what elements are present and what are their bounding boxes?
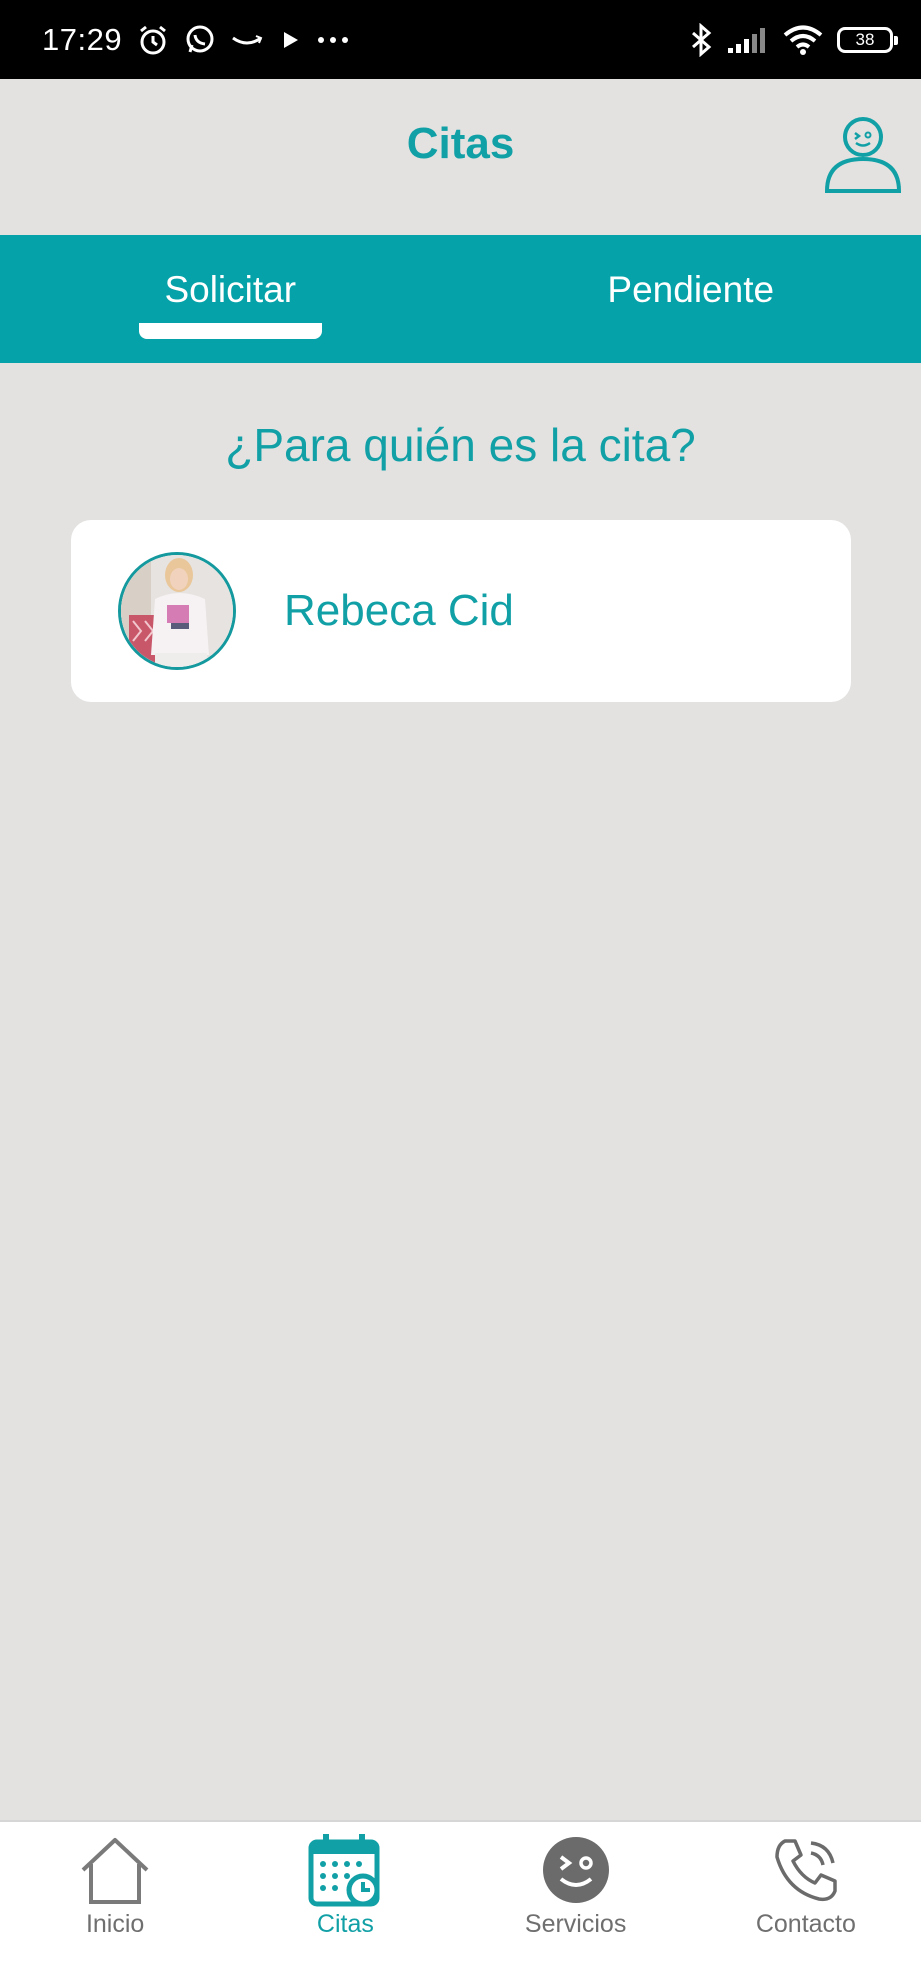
amazon-icon: [230, 30, 264, 50]
status-bar: 17:29 38: [0, 0, 921, 79]
tab-label: Pendiente: [607, 269, 775, 310]
nav-item-servicios[interactable]: Servicios: [461, 1822, 691, 1963]
signal-icon: [727, 26, 769, 54]
tab-pendiente[interactable]: Pendiente: [461, 235, 921, 363]
battery-level: 38: [855, 29, 875, 49]
nav-item-contacto[interactable]: Contacto: [691, 1822, 921, 1963]
profile-button[interactable]: [823, 115, 903, 195]
page-title: Citas: [406, 119, 515, 168]
play-icon: [278, 28, 302, 52]
app-screen: 17:29 38 Citas Solicitar Pendiente ¿Para…: [0, 0, 921, 1963]
question-heading: ¿Para quién es la cita?: [225, 419, 696, 471]
bluetooth-icon: [689, 22, 713, 57]
status-bar-right: 38: [689, 22, 898, 57]
wifi-icon: [783, 24, 823, 56]
status-bar-left: 17:29: [42, 22, 350, 58]
user-profile-icon: [824, 117, 902, 193]
avatar: [118, 552, 236, 670]
battery-icon: 38: [837, 26, 898, 53]
status-time: 17:29: [42, 21, 123, 57]
tab-label: Solicitar: [164, 269, 297, 310]
alarm-icon: [136, 23, 170, 57]
nav-item-inicio[interactable]: Inicio: [0, 1822, 230, 1963]
calendar-clock-icon: [307, 1832, 383, 1908]
person-name: Rebeca Cid: [284, 586, 514, 635]
home-icon: [77, 1832, 153, 1908]
person-card[interactable]: Rebeca Cid: [71, 520, 851, 702]
nav-label: Citas: [316, 1910, 374, 1938]
nav-label: Contacto: [755, 1910, 856, 1938]
phone-icon: [768, 1832, 844, 1908]
tab-bar: Solicitar Pendiente: [0, 235, 921, 363]
services-face-icon: [538, 1832, 614, 1908]
app-header: Citas: [0, 79, 921, 235]
tab-solicitar[interactable]: Solicitar: [0, 235, 461, 363]
nav-label: Servicios: [524, 1910, 627, 1938]
active-tab-indicator: [139, 323, 322, 339]
bottom-navigation: Inicio Citas Servicios Contacto: [0, 1820, 921, 1963]
more-icon: [316, 35, 350, 45]
nav-label: Inicio: [85, 1910, 145, 1938]
whatsapp-icon: [184, 24, 216, 56]
nav-item-citas[interactable]: Citas: [230, 1822, 460, 1963]
